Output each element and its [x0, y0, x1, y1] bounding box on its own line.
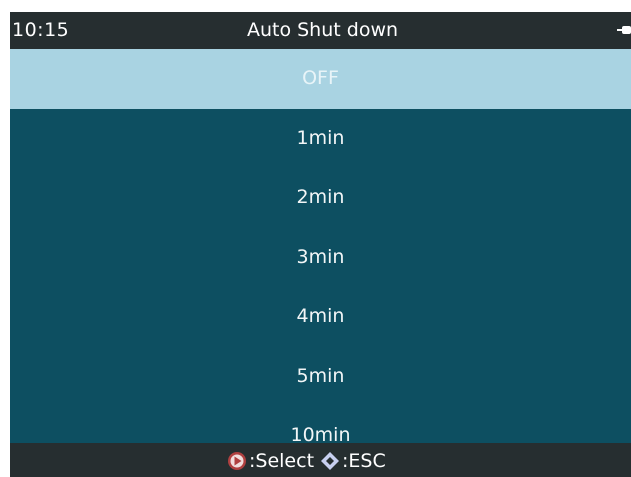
screen-title: Auto Shut down: [246, 19, 399, 41]
device-screen: 10:15 Auto Shut down OFF 1min 2min 3min …: [10, 12, 631, 477]
menu-item-4min[interactable]: 4min: [10, 287, 631, 347]
shutdown-options-list: OFF 1min 2min 3min 4min 5min: [10, 49, 631, 406]
diamond-dpad-icon: [321, 452, 340, 470]
menu-item-2min[interactable]: 2min: [10, 168, 631, 228]
menu-item-1min[interactable]: 1min: [10, 109, 631, 169]
status-bar: 10:15 Auto Shut down: [10, 12, 631, 49]
key-hints: :Select :ESC: [227, 449, 392, 473]
menu-item-off[interactable]: OFF: [10, 49, 631, 109]
esc-hint-label: :ESC: [342, 450, 386, 472]
right-arrow-button-icon: [228, 452, 246, 470]
menu-item-3min[interactable]: 3min: [10, 228, 631, 288]
key-hint-bar: :Select :ESC: [10, 443, 631, 477]
menu-item-5min[interactable]: 5min: [10, 347, 631, 407]
select-hint-label: :Select: [249, 450, 315, 472]
power-plug-icon: [617, 26, 631, 34]
